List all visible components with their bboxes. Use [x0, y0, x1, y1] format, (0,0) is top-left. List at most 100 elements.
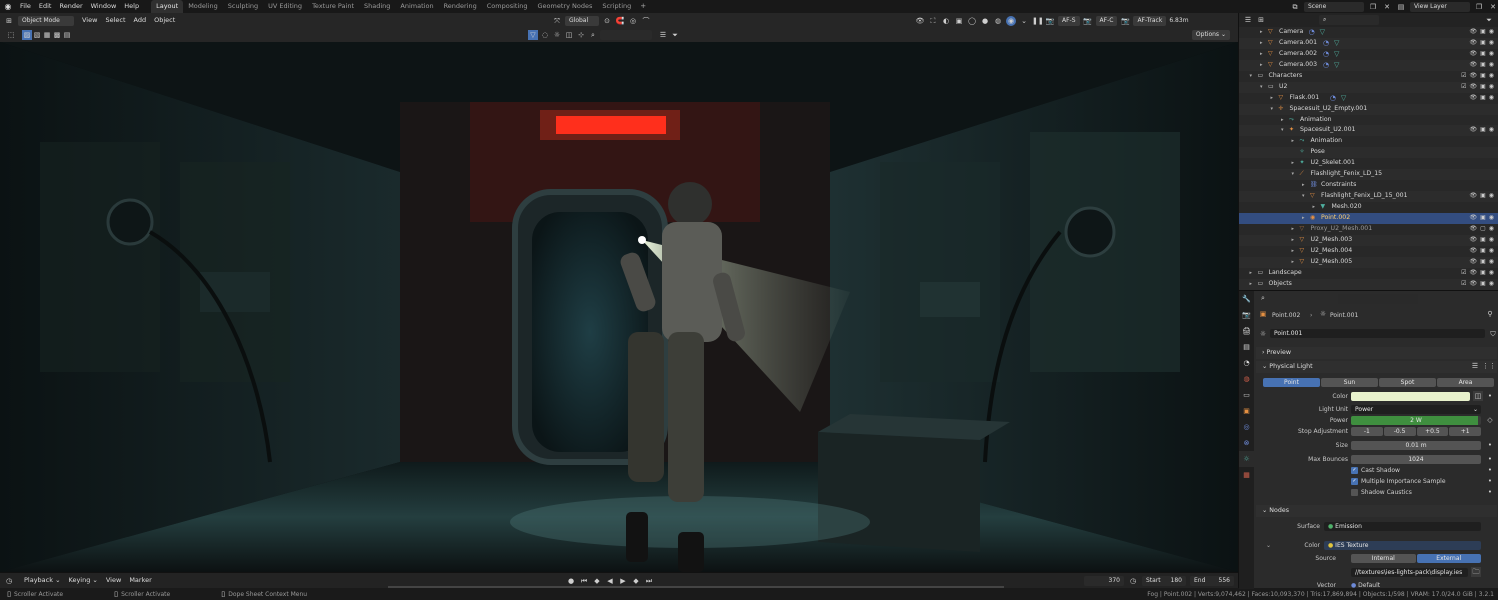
menu-window[interactable]: Window	[87, 0, 121, 13]
panel-list-icon[interactable]: ☰	[1470, 361, 1480, 371]
modifier-icon[interactable]: ▽	[1341, 93, 1346, 104]
object-mode-dropdown[interactable]: Object Mode	[18, 15, 74, 26]
modifier-icon[interactable]: ◔	[1323, 60, 1329, 71]
panel-drag-icon[interactable]: ⋮⋮	[1482, 361, 1496, 371]
clock-icon[interactable]: ◷	[1128, 576, 1138, 586]
color-node-expand-icon[interactable]: ⌄	[1266, 542, 1271, 549]
toggle-icon[interactable]: ▣	[1480, 27, 1486, 38]
expand-toggle-icon[interactable]: ▾	[1271, 104, 1274, 115]
tab-uv-editing[interactable]: UV Editing	[263, 0, 307, 13]
animate-mis-icon[interactable]: •	[1485, 476, 1495, 486]
expand-toggle-icon[interactable]: ▸	[1292, 136, 1295, 147]
outliner-row-u2[interactable]: ▾ ▭ U2 ☑ 👁 ▣ ◉	[1239, 81, 1498, 93]
scene-close-icon[interactable]: ✕	[1382, 2, 1392, 12]
toggle-icon[interactable]: ▣	[1480, 60, 1486, 71]
options-button[interactable]: Options ⌄	[1191, 30, 1230, 40]
toggle-icon[interactable]: ◉	[1489, 71, 1494, 82]
toggle-icon[interactable]: ▣	[1480, 49, 1486, 60]
toggle-icon[interactable]: 👁	[1469, 71, 1477, 82]
select-subtract-icon[interactable]: ▦	[42, 30, 52, 40]
modifier-icon[interactable]: ◔	[1323, 49, 1329, 60]
snap-icon[interactable]: 🧲	[615, 16, 625, 26]
tab-layout[interactable]: Layout	[151, 0, 184, 13]
view-layer-copy-icon[interactable]: ❐	[1474, 2, 1484, 12]
editor-type-icon[interactable]: ⊞	[4, 16, 14, 26]
display-mode-icon[interactable]: ⊞	[1256, 15, 1266, 25]
outliner-row-mesh-020[interactable]: ▸ ▼ Mesh.020	[1239, 202, 1498, 213]
timeline-editor-icon[interactable]: ◷	[4, 576, 14, 586]
proportional-edit-icon[interactable]: ◎	[628, 16, 638, 26]
texture-tab-icon[interactable]: ▦	[1239, 467, 1254, 483]
toggle-icon[interactable]: 👁	[1469, 246, 1477, 257]
toggle-icon[interactable]: 👁	[1469, 191, 1477, 202]
toggle-icon[interactable]: 👁	[1469, 224, 1477, 235]
toggle-icon[interactable]: 👁	[1469, 60, 1477, 71]
toggle-icon[interactable]: ▣	[1480, 279, 1486, 290]
toggle-icon[interactable]: 👁	[1469, 82, 1477, 93]
world-tab-icon[interactable]: ◍	[1239, 371, 1254, 387]
tab-shading[interactable]: Shading	[359, 0, 395, 13]
expand-toggle-icon[interactable]: ▾	[1281, 125, 1284, 136]
next-key-icon[interactable]: ◆	[631, 576, 641, 586]
expand-toggle-icon[interactable]: ▸	[1250, 268, 1253, 279]
scene-copy-icon[interactable]: ❐	[1368, 2, 1378, 12]
datablock-type-icon[interactable]: ☼	[1258, 329, 1268, 339]
animate-size-icon[interactable]: •	[1485, 440, 1495, 450]
timeline-menu-view[interactable]: View	[102, 574, 125, 587]
outliner-row-animation[interactable]: ▸ ⤳ Animation	[1239, 115, 1498, 126]
pin-icon[interactable]: ⚲	[1485, 309, 1495, 319]
outliner-row-spacesuit-u2-empty-001[interactable]: ▾ ✛ Spacesuit_U2_Empty.001	[1239, 103, 1498, 115]
light-color-swatch[interactable]	[1351, 392, 1470, 401]
toggle-icon[interactable]: ◉	[1489, 93, 1494, 104]
output-tab-icon[interactable]: 🖨	[1239, 323, 1254, 339]
timeline-menu-keying[interactable]: Keying ⌄	[65, 574, 102, 587]
viewport-menu-object[interactable]: Object	[150, 14, 179, 27]
outliner-row-flashlight-fenix-ld-15-001[interactable]: ▾ ▽ Flashlight_Fenix_LD_15_001 👁 ▣ ◉	[1239, 191, 1498, 202]
toggle-icon[interactable]: ☑	[1461, 71, 1466, 82]
expand-toggle-icon[interactable]: ▸	[1313, 202, 1316, 213]
select-new-icon[interactable]: ▨	[22, 30, 32, 40]
shading-dropdown-icon[interactable]: ⌄	[1019, 16, 1029, 26]
physics-tab-icon[interactable]: ◎	[1239, 419, 1254, 435]
properties-search-input[interactable]	[1338, 294, 1418, 304]
scene-tab-icon[interactable]: ◔	[1239, 355, 1254, 371]
toggle-icon[interactable]: ◉	[1489, 60, 1494, 71]
expand-toggle-icon[interactable]: ▸	[1292, 246, 1295, 257]
toggle-icon[interactable]: ◉	[1489, 224, 1494, 235]
toggle-icon[interactable]: 👁	[1469, 268, 1477, 279]
light-unit-dropdown[interactable]: Power ⌄	[1351, 405, 1481, 414]
toggle-icon[interactable]: ▣	[1480, 257, 1486, 268]
view-layer-tab-icon[interactable]: ▤	[1239, 339, 1254, 355]
modifier-icon[interactable]: ▽	[1334, 60, 1339, 71]
light-type-spot[interactable]: Spot	[1379, 378, 1436, 387]
stop-minus-half-button[interactable]: -0.5	[1383, 427, 1416, 436]
outliner-row-spacesuit-u2-001[interactable]: ▾ ✦ Spacesuit_U2.001 👁 ▣ ◉	[1239, 125, 1498, 137]
scene-selector[interactable]: Scene	[1304, 1, 1364, 12]
collection-tab-icon[interactable]: ▭	[1239, 387, 1254, 403]
current-frame-field[interactable]: 370	[1084, 575, 1124, 586]
timeline-menu-playback[interactable]: Playback ⌄	[20, 574, 65, 587]
stop-plus-1-button[interactable]: +1	[1449, 427, 1481, 436]
expand-toggle-icon[interactable]: ▸	[1250, 279, 1253, 290]
light-type-area[interactable]: Area	[1437, 378, 1494, 387]
toggle-icon[interactable]: 👁	[1469, 27, 1477, 38]
animate-power-icon[interactable]: ◇	[1485, 415, 1495, 425]
tab-animation[interactable]: Animation	[395, 0, 438, 13]
outliner-editor-icon[interactable]: ☰	[1243, 15, 1253, 25]
max-bounces-field[interactable]: 1024	[1351, 455, 1481, 464]
cast-shadow-checkbox[interactable]: ✓	[1351, 467, 1358, 474]
toggle-icon[interactable]: ◉	[1489, 279, 1494, 290]
modifier-icon[interactable]: ▽	[1334, 49, 1339, 60]
animate-bounces-icon[interactable]: •	[1485, 454, 1495, 464]
outliner-row-point-002[interactable]: ▸ ◉ Point.002 👁 ▣ ◉	[1239, 212, 1498, 224]
toggle-icon[interactable]: 👁	[1469, 125, 1477, 136]
outliner-row-landscape[interactable]: ▸ ▭ Landscape ☑ 👁 ▣ ◉	[1239, 268, 1498, 279]
datablock-name-field[interactable]: Point.001	[1270, 329, 1485, 338]
funnel-icon[interactable]: ⏷	[670, 30, 680, 40]
outliner-row-camera-002[interactable]: ▸ ▽ Camera.002 ◔ ▽ 👁 ▣ ◉	[1239, 49, 1498, 60]
jump-start-icon[interactable]: ⏮	[579, 576, 589, 586]
constraints-tab-icon[interactable]: ⊗	[1239, 435, 1254, 451]
outliner-row-u2-mesh-003[interactable]: ▸ ▽ U2_Mesh.003 👁 ▣ ◉	[1239, 234, 1498, 246]
light-data-tab-icon[interactable]: ☼	[1239, 451, 1254, 467]
expand-toggle-icon[interactable]: ▸	[1292, 235, 1295, 246]
